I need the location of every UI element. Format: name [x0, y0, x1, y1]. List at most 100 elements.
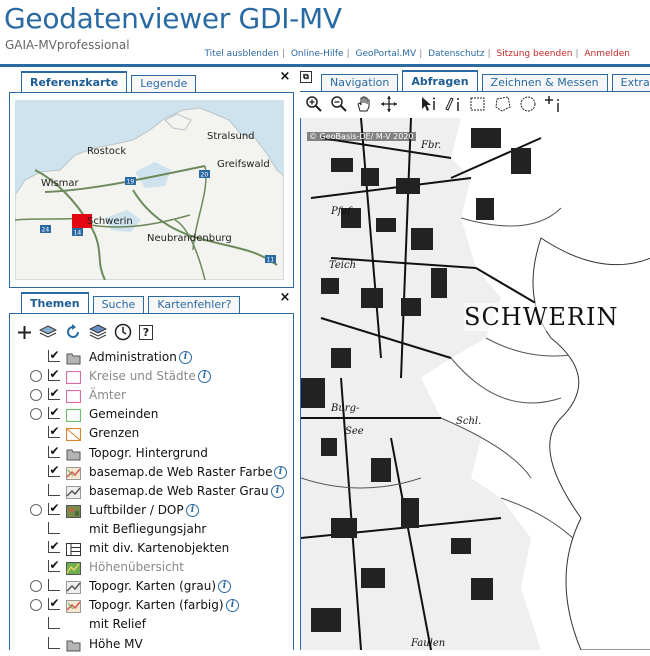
layer-checkbox[interactable]: [48, 617, 60, 630]
info-icon[interactable]: i: [179, 351, 192, 364]
pan-hand-icon[interactable]: [355, 95, 373, 113]
layer-checkbox[interactable]: ✔: [48, 559, 60, 573]
layer-stack-icon[interactable]: [89, 324, 107, 340]
zoom-in-icon[interactable]: [305, 95, 323, 113]
layer-checkbox[interactable]: ✔: [48, 502, 60, 515]
tab-suche[interactable]: Suche: [92, 296, 145, 314]
help-icon[interactable]: ?: [139, 324, 153, 340]
select-info-icon[interactable]: [419, 95, 437, 113]
layer-label: mit div. Kartenobjekten: [89, 541, 230, 555]
layer-label: Grenzen: [89, 426, 140, 441]
info-icon[interactable]: i: [274, 465, 287, 479]
link-login[interactable]: Anmelden: [584, 49, 630, 59]
tab-abfragen[interactable]: Abfragen: [402, 70, 478, 92]
map-viewport[interactable]: Fbr. Pfaf Teich Burg- See Schl. Faulen ©…: [300, 118, 650, 650]
refresh-icon[interactable]: [64, 324, 82, 340]
layer-row[interactable]: ✔ Topogr. Hintergrund: [19, 444, 284, 462]
layer-row[interactable]: ✔ Gemeinden: [19, 405, 284, 423]
layer-row[interactable]: ✔ Höhenübersicht: [19, 558, 284, 576]
info-icon[interactable]: i: [226, 599, 239, 613]
link-online-help[interactable]: Online-Hilfe: [291, 49, 344, 59]
color-map-icon: [66, 598, 81, 614]
overview-map[interactable]: Stralsund Rostock Greifswald Wismar Schw…: [15, 100, 284, 280]
layer-label: basemap.de Web Raster Farbe: [89, 464, 273, 479]
info-icon[interactable]: i: [218, 580, 231, 594]
tab-legende[interactable]: Legende: [131, 75, 197, 93]
info-icon[interactable]: i: [271, 484, 284, 498]
polygon-select-icon[interactable]: [494, 95, 512, 113]
map-objects-icon: [66, 541, 81, 556]
layer-radio[interactable]: [30, 370, 42, 383]
tab-extras[interactable]: Extras: [611, 74, 650, 92]
tab-zeichnen-messen[interactable]: Zeichnen & Messen: [481, 74, 608, 92]
map-copyright: © GeoBasis-DE/ M-V 2020: [307, 132, 416, 141]
map-word-pfaf: Pfaf: [330, 206, 353, 217]
layer-radio[interactable]: [30, 408, 42, 421]
layer-checkbox[interactable]: ✔: [48, 368, 60, 382]
map-word-faulen: Faulen: [410, 638, 445, 649]
point-info-icon[interactable]: [544, 95, 562, 113]
maximize-icon[interactable]: ⧉: [300, 71, 312, 83]
layer-row[interactable]: ✔ Kreise und Städte i: [19, 367, 284, 385]
map-tabs-divider: [300, 91, 650, 92]
tab-kartenfehler[interactable]: Kartenfehler?: [148, 296, 241, 314]
layer-checkbox[interactable]: ✔: [48, 425, 60, 439]
layers-close-icon[interactable]: ×: [279, 291, 291, 304]
layer-radio[interactable]: [30, 389, 42, 402]
layer-row[interactable]: ✔ mit div. Kartenobjekten: [19, 539, 284, 557]
layer-row[interactable]: ✔ Topogr. Karten (farbig) i: [19, 596, 284, 614]
add-layer-icon[interactable]: [17, 325, 32, 340]
layer-radio[interactable]: [30, 503, 42, 516]
layer-radio[interactable]: [30, 580, 42, 593]
layer-row[interactable]: ✔ Ämter: [19, 386, 284, 404]
layer-label: Höhenübersicht: [89, 560, 184, 575]
layer-row[interactable]: mit Relief: [19, 615, 284, 633]
layer-radio[interactable]: [30, 599, 42, 612]
layer-row[interactable]: mit Befliegungsjahr: [19, 520, 284, 538]
relief-icon: [66, 560, 81, 576]
link-privacy[interactable]: Datenschutz: [428, 49, 485, 59]
link-geoportal[interactable]: GeoPortal.MV: [356, 49, 417, 59]
layer-checkbox[interactable]: [48, 483, 60, 496]
layer-checkbox[interactable]: [48, 636, 60, 649]
layer-checkbox[interactable]: ✔: [48, 387, 60, 401]
rectangle-select-icon[interactable]: [469, 95, 487, 113]
layer-checkbox[interactable]: ✔: [48, 445, 60, 458]
overview-tabs: Referenzkarte Legende: [21, 71, 200, 93]
map-label-stralsund: Stralsund: [207, 131, 255, 142]
info-cursor-icon[interactable]: [444, 95, 462, 113]
layer-row[interactable]: ✔ Grenzen: [19, 424, 284, 442]
layer-checkbox[interactable]: [48, 579, 60, 592]
layer-checkbox[interactable]: ✔: [48, 406, 60, 420]
tab-themen[interactable]: Themen: [21, 292, 89, 314]
layer-checkbox[interactable]: ✔: [48, 540, 60, 553]
layer-checkbox[interactable]: ✔: [48, 597, 60, 611]
header-links: Titel ausblenden | Online-Hilfe | GeoPorta…: [204, 49, 630, 59]
map-label-rostock: Rostock: [87, 146, 126, 157]
tab-navigation[interactable]: Navigation: [321, 74, 399, 92]
link-end-session[interactable]: Sitzung beenden: [497, 49, 573, 59]
layer-label: mit Befliegungsjahr: [89, 521, 207, 536]
layer-row[interactable]: Topogr. Karten (grau) i: [19, 577, 284, 595]
layer-row[interactable]: basemap.de Web Raster Grau i: [19, 482, 284, 500]
tab-referenzkarte[interactable]: Referenzkarte: [21, 71, 128, 93]
info-icon[interactable]: i: [198, 370, 211, 384]
layer-row[interactable]: ✔ Luftbilder / DOP i: [19, 501, 284, 519]
layers-icon[interactable]: [39, 324, 57, 340]
info-icon[interactable]: i: [186, 503, 199, 517]
zoom-out-icon[interactable]: [330, 95, 348, 113]
map-word-fbr: Fbr.: [420, 140, 441, 151]
overview-close-icon[interactable]: ×: [279, 70, 291, 83]
layer-row[interactable]: ✔ basemap.de Web Raster Farbe i: [19, 463, 287, 481]
layer-style-icon: [65, 407, 82, 423]
layer-checkbox[interactable]: ✔: [48, 349, 60, 362]
layer-checkbox[interactable]: ✔: [48, 464, 60, 477]
clock-icon[interactable]: [114, 323, 132, 341]
circle-select-icon[interactable]: [519, 95, 537, 113]
move-icon[interactable]: [380, 95, 398, 113]
layer-row[interactable]: ✔ Administration i: [19, 348, 284, 366]
map-word-teich: Teich: [329, 260, 356, 271]
link-hide-title[interactable]: Titel ausblenden: [204, 49, 278, 59]
map-label-neubrandenburg: Neubrandenburg: [147, 233, 232, 244]
layer-checkbox[interactable]: [48, 521, 60, 534]
